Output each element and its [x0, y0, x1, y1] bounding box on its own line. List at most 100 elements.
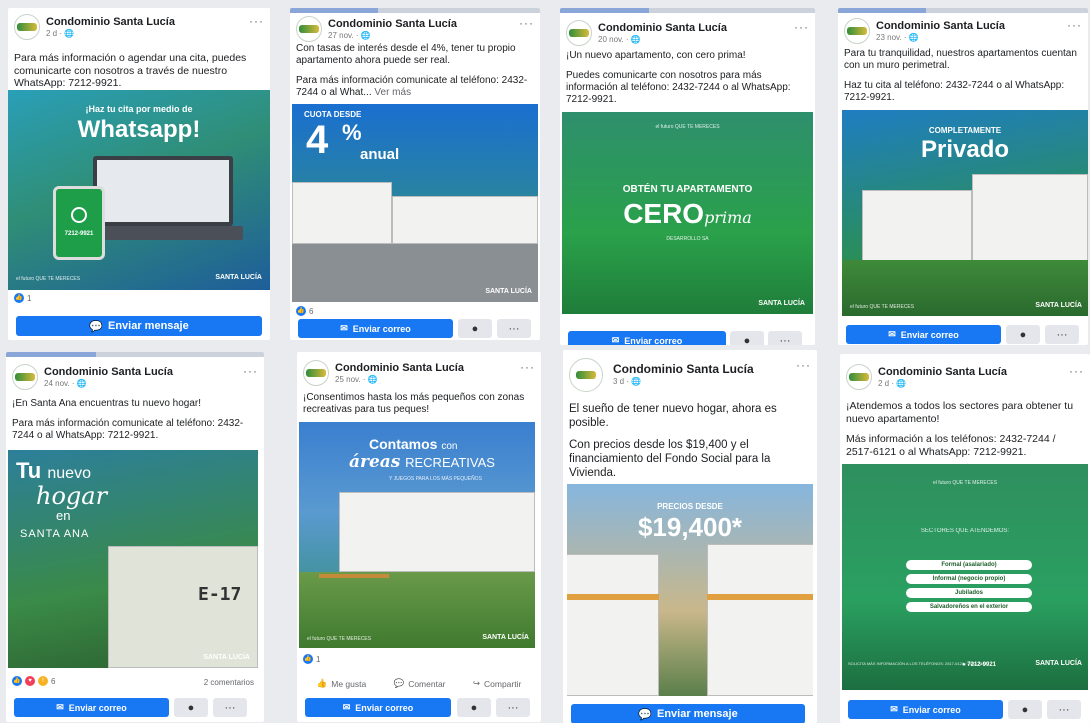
more-options-icon[interactable]: ··· — [796, 358, 811, 372]
more-button[interactable]: ··· — [1047, 700, 1081, 719]
page-name[interactable]: Condominio Santa Lucía — [328, 18, 457, 30]
like-reaction-icon: 👍 — [14, 293, 24, 303]
post-image[interactable]: COMPLETAMENTE Privado el futuro QUE TE M… — [842, 110, 1088, 316]
page-avatar[interactable] — [566, 20, 592, 46]
messenger-button[interactable]: ● — [174, 698, 208, 717]
brand-logo: SANTA LUCÍA — [758, 300, 805, 307]
globe-icon: 🌐 — [367, 375, 378, 384]
headline-line-1: Tu nuevo — [16, 458, 91, 483]
page-name[interactable]: Condominio Santa Lucía — [335, 362, 464, 374]
post-image[interactable]: CUOTA DESDE 4 % anual SANTA LUCÍA — [292, 104, 538, 302]
more-button[interactable]: ··· — [1045, 325, 1079, 344]
messenger-button[interactable]: ● — [730, 331, 764, 345]
post-image[interactable]: Contamos con áreas RECREATIVAS Y JUEGOS … — [299, 422, 535, 648]
see-more-link[interactable]: Ver más — [374, 87, 411, 98]
more-options-icon[interactable]: ··· — [519, 16, 534, 30]
more-options-icon[interactable]: ··· — [520, 360, 535, 374]
more-options-icon[interactable]: ··· — [249, 14, 264, 28]
post-date: 2 d · 🌐 — [878, 379, 907, 388]
messenger-button[interactable]: ● — [457, 698, 491, 717]
post-header: Condominio Santa Lucía 23 nov. · 🌐 ··· — [844, 18, 1082, 48]
messenger-icon: 💬 — [638, 708, 652, 721]
wow-reaction-icon: ! — [38, 676, 48, 686]
send-email-button[interactable]: ✉ Enviar correo — [846, 325, 1001, 344]
post-card: Condominio Santa Lucía 2 d · 🌐 ··· Para … — [8, 8, 270, 340]
playground-structure — [319, 574, 389, 594]
phone-illustration: 7212-9921 — [53, 186, 105, 260]
more-options-icon[interactable]: ··· — [1067, 18, 1082, 32]
building-illustration — [339, 492, 535, 572]
post-card: Condominio Santa Lucía 3 d · 🌐 ··· El su… — [563, 350, 817, 723]
reactions-bar[interactable]: 👍 1 — [14, 293, 31, 303]
like-reaction-icon: 👍 — [296, 306, 306, 316]
more-button[interactable]: ··· — [497, 319, 531, 338]
more-button[interactable]: ··· — [768, 331, 802, 345]
whatsapp-icon: ● — [962, 662, 966, 668]
post-card: Condominio Santa Lucía 20 nov. · 🌐 ··· ¡… — [560, 8, 815, 345]
globe-icon: 🌐 — [631, 377, 642, 386]
messenger-icon: ● — [1021, 703, 1029, 716]
post-image[interactable]: Tu nuevo hogar en SANTA ANA E-17 SANTA L… — [8, 450, 258, 668]
page-avatar[interactable] — [846, 364, 872, 390]
messenger-button[interactable]: ● — [1008, 700, 1042, 719]
more-options-icon[interactable]: ··· — [794, 20, 809, 34]
post-text: ¡En Santa Ana encuentras tu nuevo hogar!… — [12, 398, 244, 441]
page-avatar[interactable] — [569, 358, 603, 392]
more-button[interactable]: ··· — [213, 698, 247, 717]
image-tagline: el futuro QUE TE MERECES — [16, 276, 81, 282]
post-date: 23 nov. · 🌐 — [876, 33, 919, 42]
comment-button[interactable]: 💬 Comentar — [394, 678, 446, 689]
reactions-bar[interactable]: 👍 ♥ ! 6 — [12, 676, 55, 686]
page-name[interactable]: Condominio Santa Lucía — [613, 362, 754, 376]
post-header: Condominio Santa Lucía 2 d · 🌐 ··· — [846, 364, 1084, 394]
brand-logo: SANTA LUCÍA — [1035, 302, 1082, 309]
more-button[interactable]: ··· — [496, 698, 530, 717]
send-email-button[interactable]: ✉ Enviar correo — [14, 698, 169, 717]
reactions-bar[interactable]: 👍 6 — [296, 306, 313, 316]
post-image[interactable]: el futuro QUE TE MERECES SECTORES QUE AT… — [842, 464, 1088, 690]
comments-count[interactable]: 2 comentarios — [204, 678, 254, 687]
comment-icon: 💬 — [393, 678, 405, 688]
image-caption-top: ¡Haz tu cita por medio de — [85, 104, 193, 114]
progress-bar — [838, 8, 1088, 13]
more-icon: ··· — [1056, 328, 1068, 341]
page-avatar[interactable] — [12, 364, 38, 390]
page-avatar[interactable] — [844, 18, 870, 44]
share-button[interactable]: ↪ Compartir — [473, 678, 521, 689]
send-email-button[interactable]: ✉ Enviar correo — [305, 698, 451, 717]
send-message-button[interactable]: 💬 Enviar mensaje — [571, 704, 805, 723]
page-name[interactable]: Condominio Santa Lucía — [878, 366, 1007, 378]
send-email-button[interactable]: ✉ Enviar correo — [848, 700, 1003, 719]
more-icon: ··· — [224, 701, 236, 714]
post-date: 20 nov. · 🌐 — [598, 35, 641, 44]
messenger-button[interactable]: ● — [1006, 325, 1040, 344]
brand-logo: SANTA LUCÍA — [482, 634, 529, 641]
send-message-button[interactable]: 💬 Enviar mensaje — [16, 316, 262, 336]
reaction-count: 1 — [27, 293, 32, 303]
post-header: Condominio Santa Lucía 20 nov. · 🌐 ··· — [566, 20, 809, 50]
page-name[interactable]: Condominio Santa Lucía — [46, 16, 175, 28]
thumbs-up-icon: 👍 — [316, 678, 328, 688]
page-avatar[interactable] — [303, 360, 329, 386]
more-options-icon[interactable]: ··· — [1069, 364, 1084, 378]
globe-icon: 🌐 — [64, 29, 75, 38]
image-headline: Contamos con — [369, 436, 458, 452]
page-avatar[interactable] — [14, 14, 40, 40]
page-avatar[interactable] — [296, 16, 322, 42]
post-text: Con tasas de interés desde el 4%, tener … — [296, 43, 528, 98]
reaction-count: 6 — [309, 306, 314, 316]
page-name[interactable]: Condominio Santa Lucía — [44, 366, 173, 378]
send-email-button[interactable]: ✉ Enviar correo — [298, 319, 453, 338]
send-email-button[interactable]: ✉ Enviar correo — [568, 331, 726, 345]
balcony-stripe — [567, 594, 659, 600]
post-image[interactable]: el futuro QUE TE MERECES OBTÉN TU APARTA… — [562, 112, 813, 314]
post-image[interactable]: PRECIOS DESDE $19,400* — [567, 484, 813, 696]
page-name[interactable]: Condominio Santa Lucía — [598, 22, 727, 34]
reactions-bar[interactable]: 👍 1 — [303, 654, 320, 664]
messenger-button[interactable]: ● — [458, 319, 492, 338]
building-illustration — [707, 544, 813, 696]
like-button[interactable]: 👍 Me gusta — [317, 678, 367, 689]
post-image[interactable]: ¡Haz tu cita por medio de Whatsapp! 7212… — [8, 90, 270, 290]
page-name[interactable]: Condominio Santa Lucía — [876, 20, 1005, 32]
more-options-icon[interactable]: ··· — [243, 364, 258, 378]
